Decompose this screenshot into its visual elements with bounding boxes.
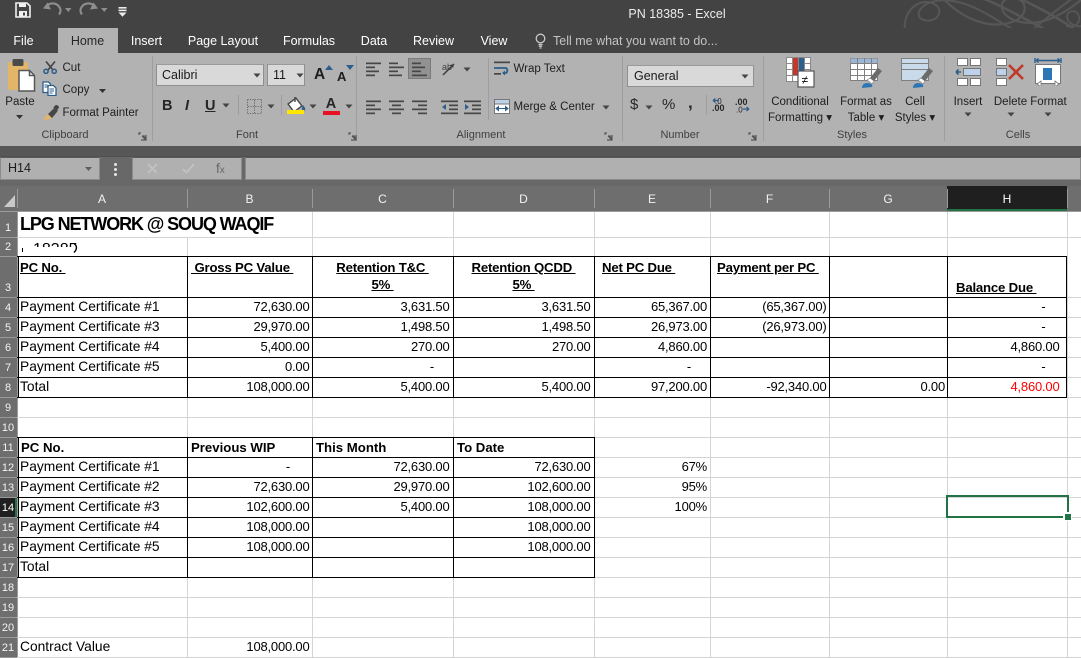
svg-text:.0: .0	[715, 97, 722, 106]
svg-text:ab: ab	[442, 62, 452, 72]
svg-text:≠: ≠	[802, 73, 809, 87]
